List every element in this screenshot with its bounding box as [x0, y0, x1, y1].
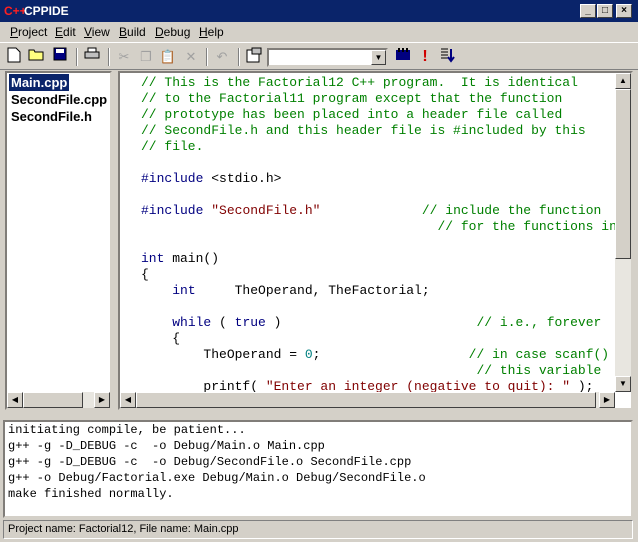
- menu-help[interactable]: Help: [199, 25, 224, 39]
- code-text[interactable]: // This is the Factorial12 C++ program. …: [141, 75, 617, 395]
- code-line[interactable]: // for the functions in: [141, 219, 616, 235]
- scroll-thumb[interactable]: [136, 392, 596, 408]
- new-file-icon[interactable]: [4, 47, 24, 67]
- code-line[interactable]: [141, 235, 617, 251]
- project-settings-icon[interactable]: [244, 47, 264, 67]
- scroll-up-icon[interactable]: ▲: [615, 73, 631, 89]
- output-line: g++ -o Debug/Factorial.exe Debug/Main.o …: [8, 471, 426, 485]
- build-icon[interactable]: [393, 47, 413, 67]
- code-editor[interactable]: // This is the Factorial12 C++ program. …: [118, 71, 633, 410]
- app-icon: C++: [4, 4, 27, 18]
- menu-build[interactable]: Build: [119, 25, 146, 39]
- editor-hscrollbar[interactable]: ◀ ▶: [120, 392, 615, 408]
- print-icon[interactable]: [82, 47, 102, 67]
- code-line[interactable]: int main(): [141, 251, 617, 267]
- paste-icon[interactable]: 📋: [158, 47, 178, 67]
- menu-view[interactable]: View: [84, 25, 110, 39]
- scroll-left-icon[interactable]: ◀: [7, 392, 23, 408]
- file-list-hscrollbar[interactable]: ◀ ▶: [7, 392, 110, 408]
- code-line[interactable]: #include "SecondFile.h" // include the f…: [141, 203, 617, 219]
- file-item-secondfile-h[interactable]: SecondFile.h: [9, 108, 94, 125]
- scroll-thumb[interactable]: [23, 392, 83, 408]
- scroll-right-icon[interactable]: ▶: [94, 392, 110, 408]
- build-config-select[interactable]: ▼: [267, 48, 388, 67]
- undo-icon[interactable]: ↶: [212, 47, 232, 67]
- editor-vscrollbar[interactable]: ▲ ▼: [615, 73, 631, 392]
- output-line: g++ -g -D_DEBUG -c -o Debug/SecondFile.o…: [8, 455, 412, 469]
- copy-icon[interactable]: ❐: [136, 47, 156, 67]
- chevron-down-icon[interactable]: ▼: [371, 50, 386, 65]
- file-list-panel: Main.cpp SecondFile.cpp SecondFile.h ◀ ▶: [5, 71, 112, 410]
- status-bar: Project name: Factorial12, File name: Ma…: [3, 520, 633, 539]
- delete-icon[interactable]: ✕: [181, 47, 201, 67]
- file-item-secondfile-cpp[interactable]: SecondFile.cpp: [9, 91, 109, 108]
- menu-project[interactable]: Project: [10, 25, 47, 39]
- toolbar: ✂ ❐ 📋 ✕ ↶ ▼ !: [0, 42, 638, 70]
- build-output-panel: initiating compile, be patient... g++ -g…: [3, 420, 633, 518]
- file-item-main-cpp[interactable]: Main.cpp: [9, 74, 70, 91]
- minimize-button[interactable]: _: [580, 4, 596, 18]
- debug-step-icon[interactable]: [437, 47, 457, 67]
- code-line[interactable]: {: [141, 267, 617, 283]
- code-line[interactable]: {: [141, 331, 617, 347]
- scroll-right-icon[interactable]: ▶: [599, 392, 615, 408]
- code-line[interactable]: [141, 187, 617, 203]
- menu-debug[interactable]: Debug: [155, 25, 190, 39]
- maximize-button[interactable]: □: [597, 4, 613, 18]
- scroll-thumb[interactable]: [615, 89, 631, 259]
- code-line[interactable]: #include <stdio.h>: [141, 171, 617, 187]
- code-line[interactable]: // This is the Factorial12 C++ program. …: [141, 75, 617, 91]
- code-line[interactable]: TheOperand = 0; // in case scanf(): [141, 347, 617, 363]
- execute-icon[interactable]: !: [415, 47, 435, 67]
- code-line[interactable]: // SecondFile.h and this header file is …: [141, 123, 617, 139]
- scroll-down-icon[interactable]: ▼: [615, 376, 631, 392]
- close-button[interactable]: ×: [616, 4, 632, 18]
- code-line[interactable]: // prototype has been placed into a head…: [141, 107, 617, 123]
- window-title: CPPIDE: [24, 4, 69, 18]
- code-line[interactable]: [141, 299, 617, 315]
- title-bar: C++ CPPIDE _ □ ×: [0, 0, 638, 22]
- scroll-left-icon[interactable]: ◀: [120, 392, 136, 408]
- code-line[interactable]: while ( true ) // i.e., forever: [141, 315, 617, 331]
- output-line: make finished normally.: [8, 487, 174, 501]
- open-folder-icon[interactable]: [27, 47, 47, 67]
- code-line[interactable]: int TheOperand, TheFactorial;: [141, 283, 617, 299]
- code-line[interactable]: // file.: [141, 139, 617, 155]
- save-icon[interactable]: [50, 47, 70, 67]
- code-line[interactable]: [141, 155, 617, 171]
- menu-edit[interactable]: Edit: [55, 25, 76, 39]
- code-line[interactable]: // to the Factorial11 program except tha…: [141, 91, 617, 107]
- menu-bar: Project Edit View Build Debug Help: [0, 22, 638, 42]
- output-line: initiating compile, be patient...: [8, 423, 246, 437]
- cut-icon[interactable]: ✂: [114, 47, 134, 67]
- code-line[interactable]: // this variable: [141, 363, 617, 379]
- output-line: g++ -g -D_DEBUG -c -o Debug/Main.o Main.…: [8, 439, 325, 453]
